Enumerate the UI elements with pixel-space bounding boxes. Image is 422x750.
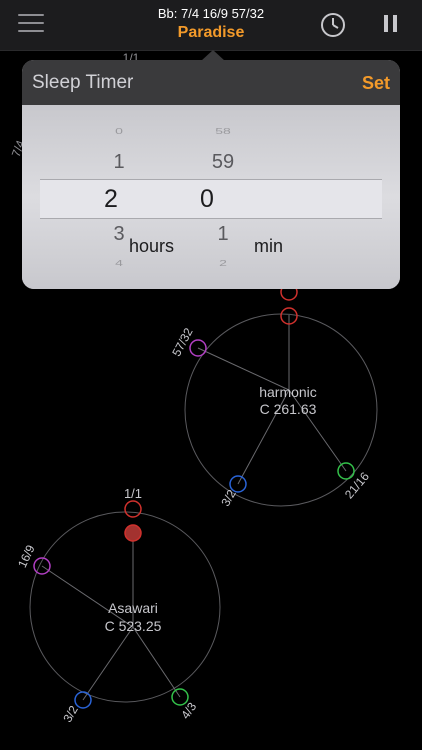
- popover-title: Sleep Timer: [32, 72, 134, 93]
- top-bar: Bb: 7/4 16/9 57/32 Paradise: [0, 0, 422, 51]
- note-node-active[interactable]: [124, 524, 142, 542]
- picker-row: 1: [113, 151, 125, 173]
- picker-row-selected: 0: [200, 185, 214, 213]
- time-picker: 0 1 2 3 4 hours 58 59 0 1 2 min: [22, 105, 400, 289]
- picker-row: 0: [115, 126, 123, 136]
- minutes-wheel[interactable]: 58 59 0 1 2: [188, 105, 258, 289]
- minutes-unit-label: min: [254, 236, 284, 256]
- note-node[interactable]: [124, 500, 142, 518]
- popover-header: Sleep Timer Set: [22, 60, 400, 105]
- picker-row: 58: [215, 126, 231, 136]
- set-button[interactable]: Set: [362, 73, 390, 94]
- node-ratio-label: 21/16: [342, 469, 372, 501]
- node-ratio-label: 3/2: [218, 487, 239, 509]
- picker-row: 1: [217, 223, 229, 245]
- wheel-asawari[interactable]: Asawari C 523.25 1/1 16/9 4/3 3/2: [15, 486, 221, 725]
- picker-row: 2: [219, 258, 227, 268]
- node-ratio-label: 1/1: [124, 486, 142, 501]
- spoke: [82, 626, 134, 701]
- hours-wheel[interactable]: 0 1 2 3 4: [84, 105, 154, 289]
- wheel-frequency-label: C 523.25: [105, 618, 162, 634]
- header-title[interactable]: Paradise: [0, 24, 422, 42]
- wheel-harmonic[interactable]: harmonic C 261.63 57/32 21/16 3/2: [169, 283, 378, 509]
- clock-icon[interactable]: [320, 12, 346, 38]
- wheel-name-label: harmonic: [259, 384, 317, 400]
- picker-row: 59: [211, 151, 235, 173]
- spoke: [132, 626, 181, 698]
- hours-unit-label: hours: [129, 236, 175, 256]
- wheel-frequency-label: C 261.63: [260, 401, 317, 417]
- node-ratio-label: 4/3: [178, 700, 199, 722]
- wheel-name-label: Asawari: [108, 600, 158, 616]
- sleep-timer-popover: Sleep Timer Set 0 1 2 3 4 hours 58 59 0 …: [22, 60, 400, 289]
- picker-row-selected: 2: [104, 185, 118, 213]
- picker-row: 4: [115, 258, 123, 268]
- pause-icon[interactable]: [382, 15, 400, 35]
- header-subtitle: Bb: 7/4 16/9 57/32: [157, 6, 265, 21]
